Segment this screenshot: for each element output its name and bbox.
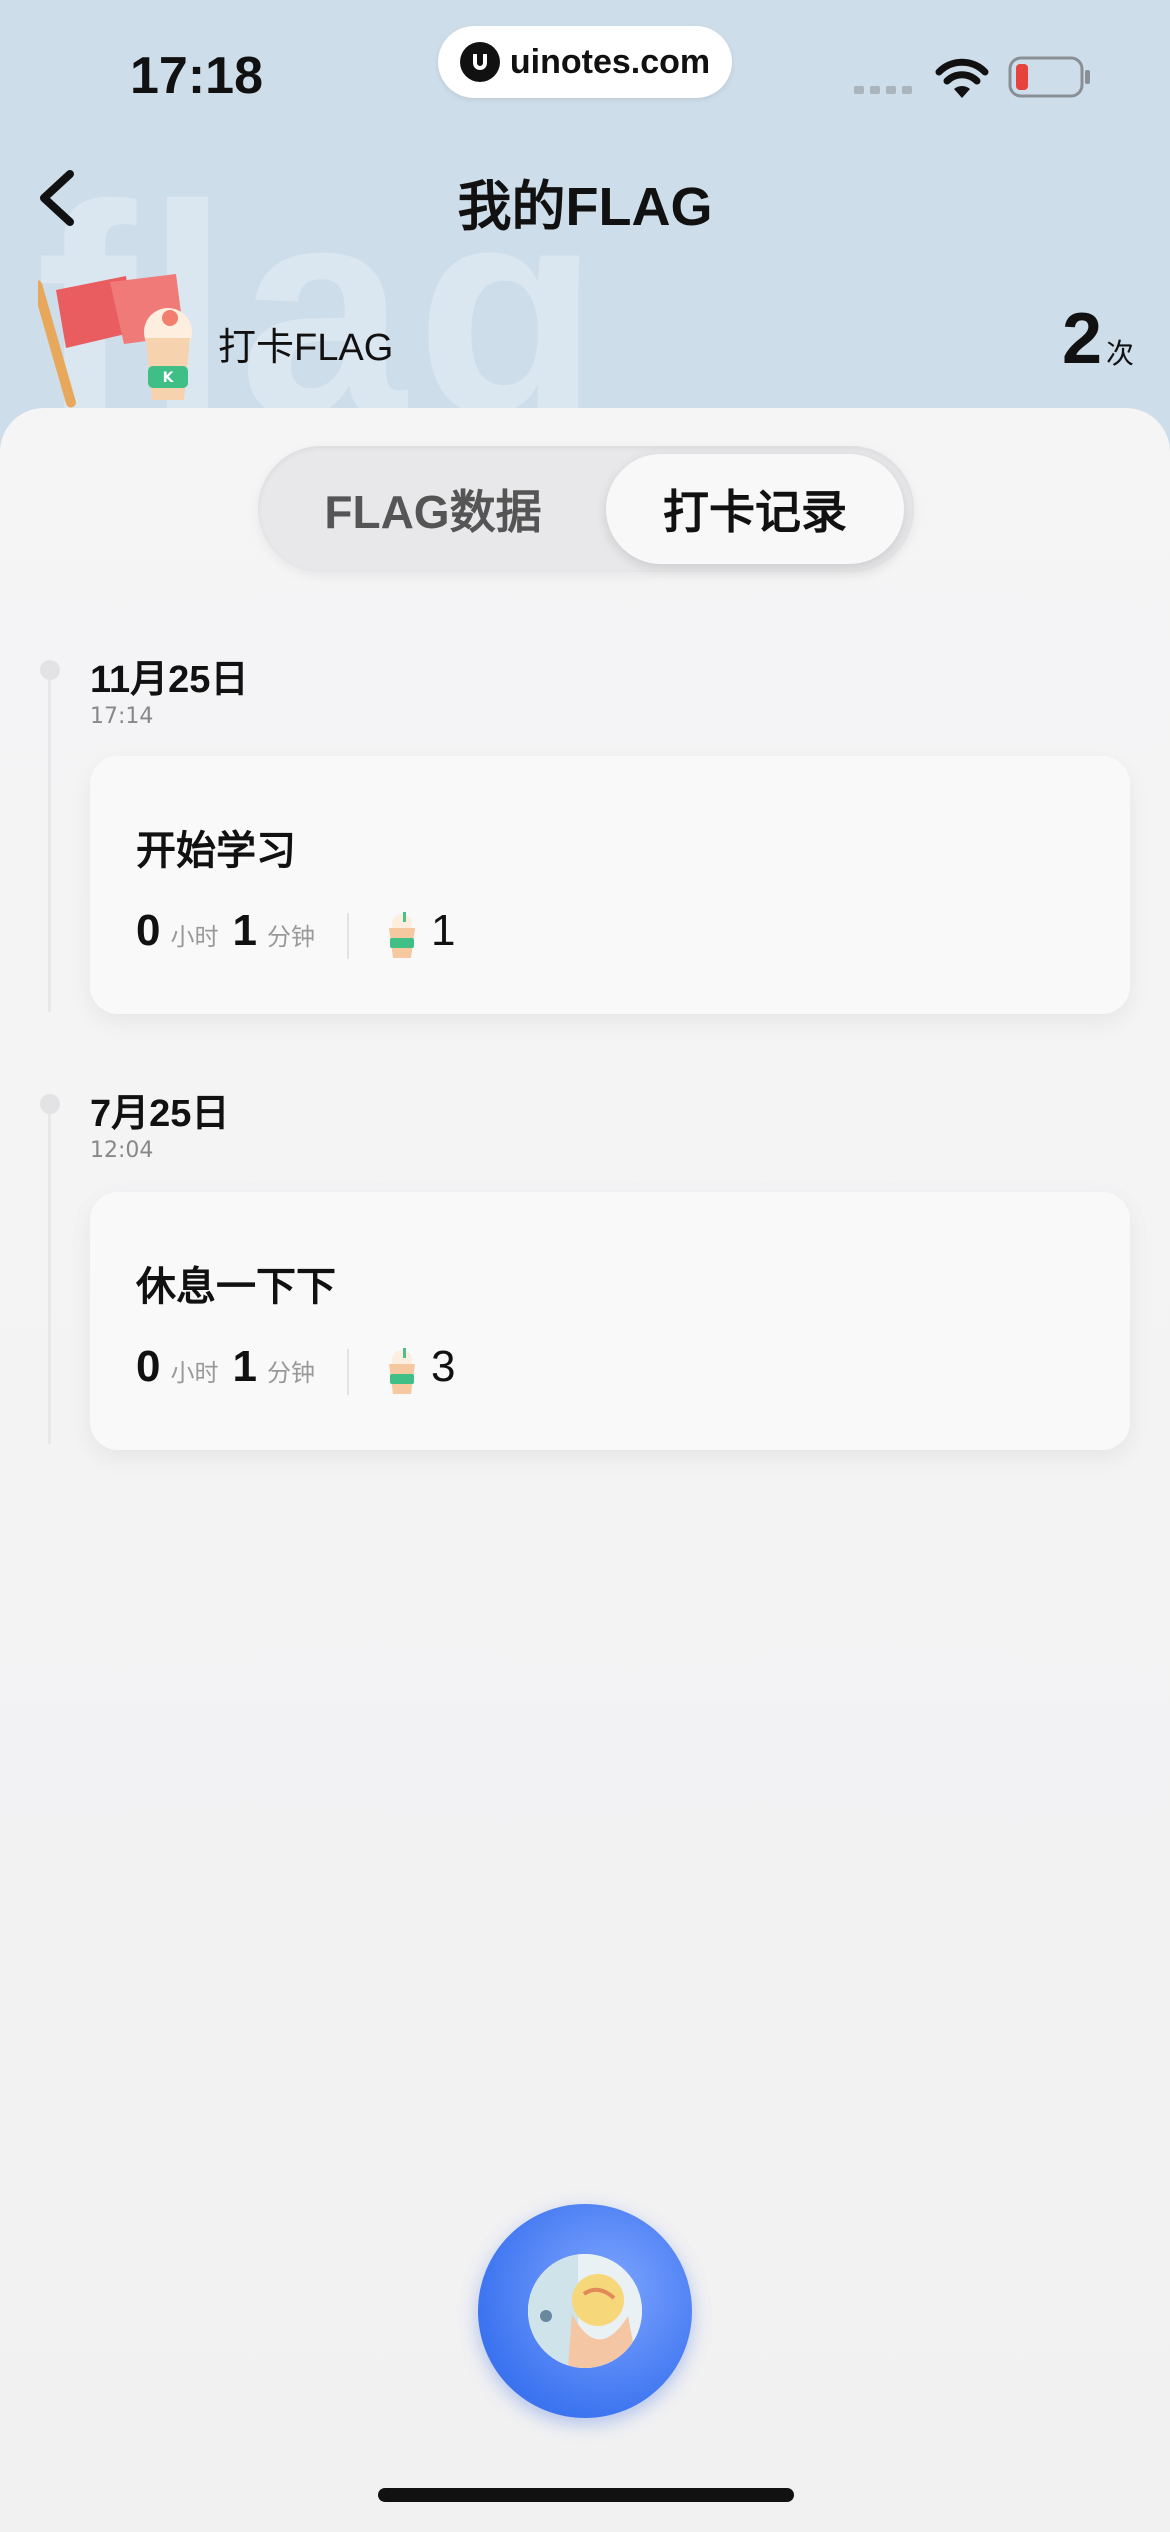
record-stats: 0 小时 1 分钟 3	[136, 1342, 455, 1402]
url-pill[interactable]: uinotes.com	[438, 26, 732, 98]
hours-unit: 小时	[170, 923, 219, 951]
record-time: 17:14	[90, 704, 154, 729]
timeline-dot	[40, 1094, 60, 1114]
summary-label: 打卡FLAG	[218, 327, 394, 369]
minutes-value: 1	[232, 906, 257, 955]
record-date: 11月25日	[90, 659, 249, 701]
svg-text:K: K	[163, 370, 175, 386]
hours-value: 0	[136, 906, 161, 955]
checkin-count: 2 次	[1062, 298, 1134, 380]
album-cover-avatar	[528, 2254, 642, 2368]
cup-count: 3	[430, 1342, 456, 1391]
checkin-count-number: 2	[1061, 299, 1102, 379]
timeline-line	[48, 1104, 51, 1444]
milktea-cup-icon	[388, 1348, 415, 1394]
record-name: 休息一下下	[136, 1265, 336, 1309]
record-stats: 0 小时 1 分钟 1	[136, 906, 455, 966]
record-name: 开始学习	[136, 829, 296, 873]
minutes-unit: 分钟	[266, 923, 315, 951]
page-title: 我的FLAG	[457, 177, 713, 237]
flag-milktea-illustration: K	[38, 274, 192, 408]
record-card[interactable]: 开始学习 0 小时 1 分钟 1	[90, 756, 1130, 1014]
record-card[interactable]: 休息一下下 0 小时 1 分钟 3	[90, 1192, 1130, 1450]
wifi-icon	[935, 58, 989, 98]
url-text: uinotes.com	[509, 42, 711, 81]
tab-checkin-records[interactable]: 打卡记录	[606, 454, 904, 564]
status-time: 17:18	[130, 47, 263, 105]
checkin-count-unit: 次	[1105, 337, 1134, 370]
timeline-line	[48, 668, 51, 1012]
tab-flag-data[interactable]: FLAG数据	[268, 454, 598, 564]
hours-value: 0	[136, 1342, 161, 1391]
home-indicator	[378, 2488, 794, 2502]
segmented-control: FLAG数据 打卡记录	[258, 446, 914, 572]
minutes-value: 1	[232, 1342, 257, 1391]
cellular-signal-icon	[854, 86, 912, 94]
minutes-unit: 分钟	[266, 1359, 315, 1387]
milktea-cup-icon	[388, 912, 415, 958]
timeline-dot	[40, 660, 60, 680]
uinotes-logo-icon	[459, 42, 500, 82]
hours-unit: 小时	[170, 1359, 219, 1387]
music-player-button[interactable]	[478, 2204, 692, 2418]
cup-count: 1	[430, 906, 456, 955]
record-date: 7月25日	[90, 1093, 230, 1135]
stats-divider	[346, 913, 349, 959]
stats-divider	[346, 1349, 349, 1395]
record-time: 12:04	[90, 1138, 154, 1163]
battery-icon	[1008, 56, 1090, 98]
